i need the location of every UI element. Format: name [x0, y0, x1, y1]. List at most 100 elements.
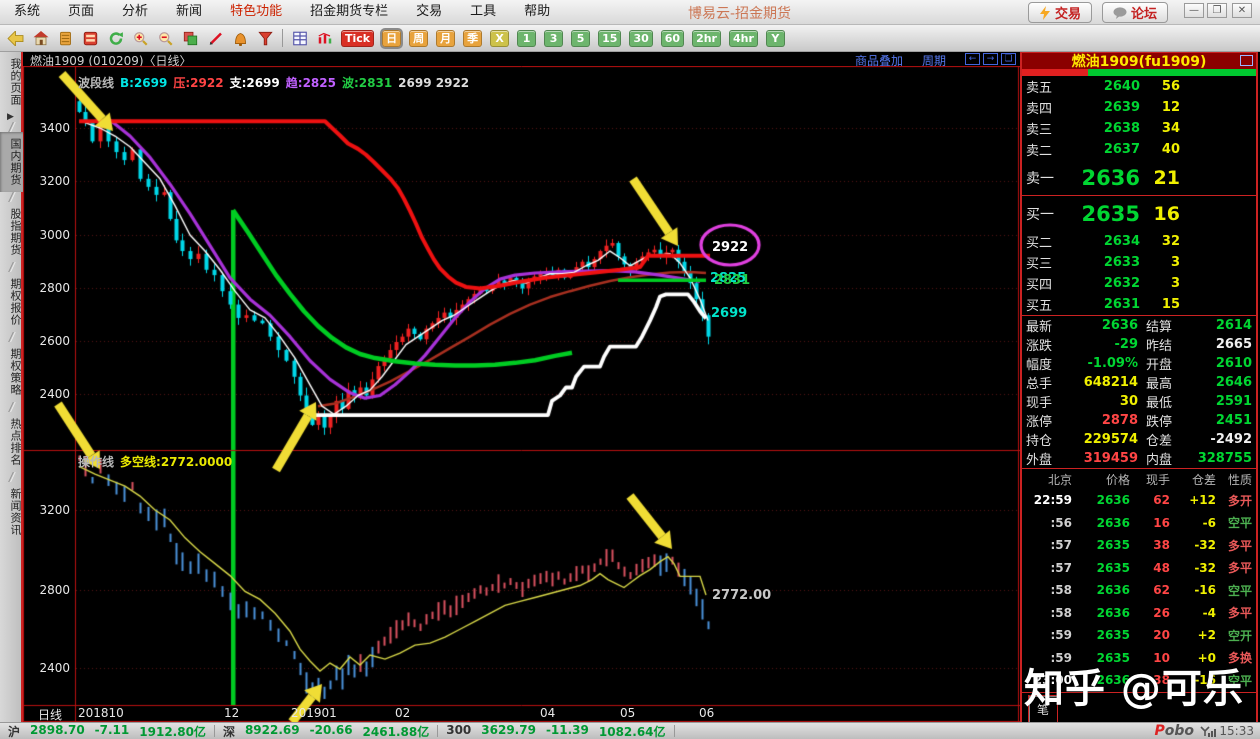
ladder-row-买一[interactable]: 买一263516 [1022, 196, 1256, 231]
minimize-button[interactable]: — [1184, 3, 1204, 18]
maximize-button[interactable]: ❐ [1207, 3, 1227, 18]
menu-bar: 系统页面分析新闻特色功能招金期货专栏交易工具帮助 [0, 0, 564, 24]
left-sidebar: 我的页面▶ 国内期货股指期货期权报价期权策略热点排名新闻资讯 [0, 52, 23, 722]
ticks-col-header: 性质 [1216, 471, 1252, 488]
ladder-row-买四[interactable]: 买四26323 [1022, 273, 1256, 294]
ticks-col-header: 仓差 [1170, 471, 1216, 488]
chart-title-strip: 燃油1909 (010209)〈日线〉 商品叠加 周期 ← → ❏ [23, 52, 1020, 66]
period-button-Y[interactable]: Y [766, 30, 785, 47]
close-button[interactable]: ✕ [1232, 3, 1252, 18]
index-segment-300: 3003629.79-11.391082.64亿 [438, 723, 673, 739]
menu-特色功能[interactable]: 特色功能 [216, 0, 296, 24]
period-button-3[interactable]: 3 [544, 30, 563, 47]
sidebar-tab-期权报价[interactable]: 期权报价 [0, 272, 23, 332]
menu-交易[interactable]: 交易 [402, 0, 456, 24]
period-button-15[interactable]: 15 [598, 30, 621, 47]
lightning-icon [1039, 6, 1051, 20]
bid-ladder: 买一263516买二263432买三26333买四26323买五263115 [1022, 196, 1256, 315]
signal-strength-icon [1200, 726, 1216, 737]
period-button-2hr[interactable]: 2hr [692, 30, 721, 47]
stat-row-幅度: 幅度-1.09%开盘2610 [1022, 354, 1256, 373]
period-button-1[interactable]: 1 [517, 30, 536, 47]
price-chart-canvas[interactable] [23, 66, 1020, 722]
period-button-5[interactable]: 5 [571, 30, 590, 47]
trade-button[interactable]: 交易 [1028, 2, 1092, 23]
ticks-col-header: 北京 [1026, 471, 1072, 488]
sidebar-expand-icon[interactable]: ▶ [0, 112, 21, 122]
split-window-icon[interactable]: ❏ [1001, 53, 1016, 65]
period-button-X[interactable]: X [490, 30, 509, 47]
tick-row: :56263616-6空平 [1022, 512, 1256, 535]
filter-funnel-icon[interactable] [253, 27, 278, 50]
period-button-月[interactable]: 月 [436, 30, 455, 47]
stat-row-涨停: 涨停2878跌停2451 [1022, 411, 1256, 430]
notebook-icon[interactable] [53, 27, 78, 50]
ticks-col-header: 现手 [1130, 471, 1170, 488]
zoom-out-icon[interactable] [153, 27, 178, 50]
period-button-60[interactable]: 60 [661, 30, 684, 47]
ladder-row-买五[interactable]: 买五263115 [1022, 294, 1256, 315]
ladder-row-买二[interactable]: 买二263432 [1022, 231, 1256, 252]
menu-招金期货专栏[interactable]: 招金期货专栏 [296, 0, 402, 24]
window-title: 博易云-招金期货 [688, 3, 791, 23]
restore-window-icon[interactable] [1240, 55, 1253, 66]
period-button-周[interactable]: 周 [409, 30, 428, 47]
ask-ladder: 卖五264056卖四263912卖三263834卖二263740卖一263621 [1022, 76, 1256, 196]
index-segment-沪: 沪2898.70-7.111912.80亿 [0, 723, 214, 739]
layers-icon[interactable] [178, 27, 203, 50]
index-segment-深: 深8922.69-20.662461.88亿 [215, 723, 437, 739]
menu-分析[interactable]: 分析 [108, 0, 162, 24]
ticks-col-header: 价格 [1072, 471, 1130, 488]
sidebar-tab-热点排名[interactable]: 热点排名 [0, 412, 23, 472]
period-button-Tick[interactable]: Tick [341, 30, 374, 47]
sidebar-tab-期权策略[interactable]: 期权策略 [0, 342, 23, 402]
stat-row-涨跌: 涨跌-29昨结2665 [1022, 335, 1256, 354]
time-sales-header: 北京价格现手仓差性质 [1022, 469, 1256, 489]
period-button-30[interactable]: 30 [629, 30, 652, 47]
tick-row: :59263520+2空开 [1022, 624, 1256, 647]
draw-pencil-icon[interactable] [203, 27, 228, 50]
zoom-in-icon[interactable] [128, 27, 153, 50]
ladder-row-卖四[interactable]: 卖四263912 [1022, 97, 1256, 118]
sidebar-tab-国内期货[interactable]: 国内期货 [0, 132, 23, 192]
sidebar-tab-股指期货[interactable]: 股指期货 [0, 202, 23, 262]
period-button-4hr[interactable]: 4hr [729, 30, 758, 47]
menu-系统[interactable]: 系统 [0, 0, 54, 24]
alert-bell-icon[interactable] [228, 27, 253, 50]
tick-row: :57263538-32多平 [1022, 534, 1256, 557]
stat-row-外盘: 外盘319459内盘328755 [1022, 449, 1256, 468]
menu-新闻[interactable]: 新闻 [162, 0, 216, 24]
next-page-icon[interactable]: → [983, 53, 998, 65]
menu-帮助[interactable]: 帮助 [510, 0, 564, 24]
stat-row-总手: 总手648214最高2646 [1022, 373, 1256, 392]
prev-page-icon[interactable]: ← [965, 53, 980, 65]
home-icon[interactable] [28, 27, 53, 50]
speech-bubble-icon [1113, 7, 1127, 19]
tick-row: :57263548-32多平 [1022, 557, 1256, 580]
sidebar-tab-新闻资讯[interactable]: 新闻资讯 [0, 482, 23, 542]
ladder-row-卖五[interactable]: 卖五264056 [1022, 76, 1256, 97]
period-button-日[interactable]: 日 [382, 30, 401, 47]
quote-panel: 燃油1909(fu1909) 卖五264056卖四263912卖三263834卖… [1020, 52, 1258, 722]
ladder-row-卖一[interactable]: 卖一263621 [1022, 160, 1256, 195]
back-arrow-icon[interactable] [3, 27, 28, 50]
menu-工具[interactable]: 工具 [456, 0, 510, 24]
quote-table-icon[interactable] [287, 27, 312, 50]
candle-chart-icon[interactable] [312, 27, 337, 50]
tick-row: 22:59263662+12多开 [1022, 489, 1256, 512]
sidebar-item-my-page[interactable]: 我的页面 [0, 52, 23, 112]
f10-calendar-icon[interactable] [78, 27, 103, 50]
quote-stats: 最新2636结算2614涨跌-29昨结2665幅度-1.09%开盘2610总手6… [1022, 315, 1256, 468]
ladder-row-买三[interactable]: 买三26333 [1022, 252, 1256, 273]
period-button-季[interactable]: 季 [463, 30, 482, 47]
watermark: 知乎 @可乐 [1024, 656, 1244, 714]
tick-row: :58263662-16空平 [1022, 579, 1256, 602]
forum-button[interactable]: 论坛 [1102, 2, 1168, 23]
tick-row: :58263626-4多平 [1022, 602, 1256, 625]
ladder-row-卖二[interactable]: 卖二263740 [1022, 139, 1256, 160]
menu-页面[interactable]: 页面 [54, 0, 108, 24]
refresh-icon[interactable] [103, 27, 128, 50]
stat-row-现手: 现手30最低2591 [1022, 392, 1256, 411]
ladder-row-卖三[interactable]: 卖三263834 [1022, 118, 1256, 139]
stat-row-最新: 最新2636结算2614 [1022, 316, 1256, 335]
